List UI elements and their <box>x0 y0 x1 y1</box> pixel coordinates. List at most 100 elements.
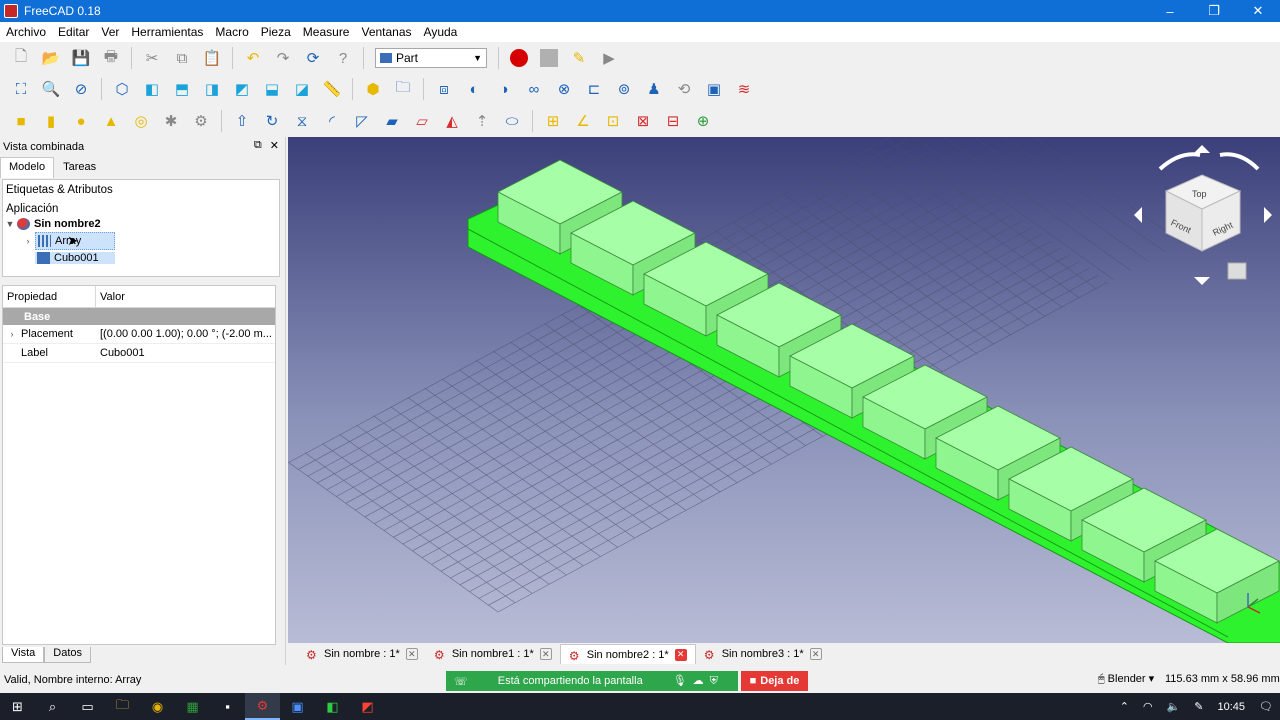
doc-tab-sin-nombre2[interactable]: ⚙ Sin nombre2 : 1* ✕ <box>559 644 696 664</box>
notifications-icon[interactable]: 🗨 <box>1259 700 1273 713</box>
cube-icon[interactable]: ■ <box>9 109 33 133</box>
join-features-icon[interactable]: ⊏ <box>582 77 606 101</box>
print-icon[interactable]: 🖶 <box>99 46 123 70</box>
doc-tab-sin-nombre[interactable]: ⚙ Sin nombre : 1* ✕ <box>298 644 426 664</box>
revolve-icon[interactable]: ↻ <box>260 109 284 133</box>
menu-ayuda[interactable]: Ayuda <box>418 25 464 39</box>
tree-document-row[interactable]: ▼ Sin nombre2 <box>3 215 279 232</box>
navigation-cube[interactable]: Top Front Right <box>1134 145 1272 285</box>
view-bottom-icon[interactable]: ⬓ <box>260 77 284 101</box>
undock-icon[interactable]: ⧉ <box>254 139 262 152</box>
chamfer-icon[interactable]: ◸ <box>350 109 374 133</box>
column-propiedad[interactable]: Propiedad <box>3 286 96 307</box>
chrome-icon[interactable]: ◉ <box>140 693 175 720</box>
close-icon[interactable]: ✕ <box>674 648 687 661</box>
doc-tab-sin-nombre3[interactable]: ⚙ Sin nombre3 : 1* ✕ <box>696 644 830 664</box>
check-geometry-icon[interactable]: ♟ <box>642 77 666 101</box>
defeaturing-icon[interactable]: ⟲ <box>672 77 696 101</box>
menu-measure[interactable]: Measure <box>297 25 356 39</box>
tree-item-array[interactable]: › Array ➤ <box>3 231 279 250</box>
menu-herramientas[interactable]: Herramientas <box>125 25 209 39</box>
macro-record-icon[interactable] <box>510 49 528 67</box>
column-valor[interactable]: Valor <box>96 291 125 303</box>
navigation-style-selector[interactable]: 🖱 Blender ▾ <box>1098 672 1154 686</box>
view-right-icon[interactable]: ◨ <box>200 77 224 101</box>
close-icon[interactable]: ✕ <box>405 648 418 660</box>
draw-style-icon[interactable]: ⊘ <box>69 77 93 101</box>
windows-start-icon[interactable]: ⊞ <box>0 693 35 720</box>
section-icon[interactable]: ▣ <box>702 77 726 101</box>
file-explorer-icon[interactable]: 🗀 <box>105 693 140 720</box>
tray-chevron-icon[interactable]: ⌃ <box>1120 700 1129 713</box>
fit-selection-icon[interactable]: 🔍 <box>39 77 63 101</box>
3d-viewport[interactable]: Top Front Right <box>288 137 1280 643</box>
tab-vista[interactable]: Vista <box>2 647 45 663</box>
tab-modelo[interactable]: Modelo <box>0 157 55 178</box>
measure-linear-icon[interactable]: ⊞ <box>541 109 565 133</box>
boolean-icon[interactable]: ◐ <box>462 77 486 101</box>
property-row-label[interactable]: Label Cubo001 <box>3 344 275 363</box>
collapse-arrow-icon[interactable]: › <box>21 236 35 246</box>
close-icon[interactable]: ✕ <box>539 648 552 660</box>
toggle-3d-icon[interactable]: ⊕ <box>691 109 715 133</box>
clear-all-icon[interactable]: ⊠ <box>631 109 655 133</box>
volume-icon[interactable]: 🔈 <box>1167 700 1181 713</box>
fillet-icon[interactable]: ◜ <box>320 109 344 133</box>
tab-datos[interactable]: Datos <box>44 647 92 663</box>
clock[interactable]: 10:45 <box>1218 701 1246 713</box>
menu-editar[interactable]: Editar <box>52 25 95 39</box>
common-icon[interactable]: ⊗ <box>552 77 576 101</box>
fuse-icon[interactable]: ∞ <box>522 77 546 101</box>
create-part-icon[interactable]: ⬢ <box>361 77 385 101</box>
open-folder-icon[interactable]: 📂 <box>39 46 63 70</box>
compound-tools-icon[interactable]: ⧈ <box>432 77 456 101</box>
pen-icon[interactable]: ✎ <box>1194 700 1203 713</box>
panel-close-icon[interactable]: ✕ <box>270 139 279 152</box>
camtasia-red-icon[interactable]: ◩ <box>350 693 385 720</box>
maximize-button[interactable]: ❐ <box>1192 0 1236 22</box>
copy-icon[interactable]: ⧉ <box>170 46 194 70</box>
workbench-selector[interactable]: Part ▼ <box>375 48 487 68</box>
shape-builder-icon[interactable]: ⚙ <box>189 109 213 133</box>
excel-icon[interactable]: ▦ <box>175 693 210 720</box>
refresh-icon[interactable]: ⟳ <box>301 46 325 70</box>
make-face-icon[interactable]: ▰ <box>380 109 404 133</box>
search-icon[interactable]: ⌕ <box>35 693 70 720</box>
stop-sharing-button[interactable]: ■ Deja de <box>741 671 808 691</box>
view-isometric-icon[interactable]: ⬡ <box>110 77 134 101</box>
ruled-surface-icon[interactable]: ▱ <box>410 109 434 133</box>
create-group-icon[interactable]: 🗀 <box>391 77 415 101</box>
tab-tareas[interactable]: Tareas <box>54 157 105 178</box>
minimize-button[interactable]: – <box>1148 0 1192 22</box>
property-value[interactable]: Cubo001 <box>96 347 274 359</box>
menu-archivo[interactable]: Archivo <box>0 25 52 39</box>
zoom-icon[interactable]: ▣ <box>280 693 315 720</box>
menu-ventanas[interactable]: Ventanas <box>355 25 417 39</box>
close-button[interactable]: ✕ <box>1236 0 1280 22</box>
cross-sections-icon[interactable]: ≋ <box>732 77 756 101</box>
macro-run-icon[interactable]: ▶ <box>597 46 621 70</box>
new-file-icon[interactable]: 🗋 <box>9 46 33 70</box>
loft-icon[interactable]: ◭ <box>440 109 464 133</box>
save-icon[interactable]: 💾 <box>69 46 93 70</box>
split-tools-icon[interactable]: ⊚ <box>612 77 636 101</box>
doc-tab-sin-nombre1[interactable]: ⚙ Sin nombre1 : 1* ✕ <box>426 644 560 664</box>
view-front-icon[interactable]: ◧ <box>140 77 164 101</box>
extrude-icon[interactable]: ⇧ <box>230 109 254 133</box>
sphere-icon[interactable]: ● <box>69 109 93 133</box>
menu-ver[interactable]: Ver <box>95 25 125 39</box>
paste-icon[interactable]: 📋 <box>200 46 224 70</box>
cut-boolean-icon[interactable]: ◑ <box>492 77 516 101</box>
view-rear-icon[interactable]: ◩ <box>230 77 254 101</box>
redo-icon[interactable]: ↷ <box>271 46 295 70</box>
measure-distance-icon[interactable]: 📏 <box>320 77 344 101</box>
primitives-icon[interactable]: ✱ <box>159 109 183 133</box>
powerpoint-icon[interactable]: ▪ <box>210 693 245 720</box>
thickness-icon[interactable]: ⬭ <box>500 109 524 133</box>
view-left-icon[interactable]: ◪ <box>290 77 314 101</box>
close-icon[interactable]: ✕ <box>809 648 822 660</box>
tree-item-cubo001[interactable]: Cubo001 <box>3 249 279 266</box>
share-controls-icon[interactable]: 🎙☁⛨ <box>673 674 724 688</box>
property-value[interactable]: [(0.00 0.00 1.00); 0.00 °; (-2.00 m... <box>96 328 274 340</box>
freecad-taskbar-icon[interactable]: ⚙ <box>245 693 280 720</box>
